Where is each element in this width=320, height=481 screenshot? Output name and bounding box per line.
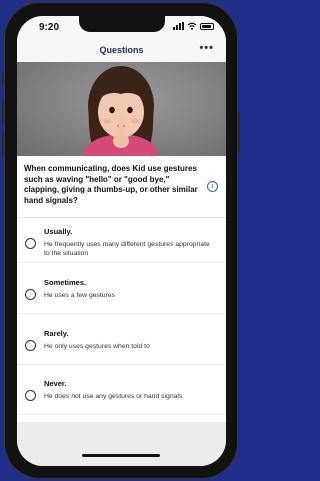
cellular-signal-icon <box>173 22 184 30</box>
info-icon[interactable]: i <box>207 181 218 192</box>
nav-bar: Questions ••• <box>17 38 226 62</box>
child-shushing-image <box>83 66 159 156</box>
option-never[interactable]: Never. He does not use any gestures or h… <box>17 370 226 415</box>
option-title: Never. <box>44 379 67 388</box>
option-description: He frequently uses many different gestur… <box>44 241 210 257</box>
volume-down-button <box>2 132 4 158</box>
status-time: 9:20 <box>39 22 60 33</box>
option-title: Rarely. <box>44 329 69 338</box>
option-sometimes[interactable]: Sometimes. He uses a few gestures <box>17 269 226 314</box>
option-rarely[interactable]: Rarely. He only uses gestures when told … <box>17 320 226 365</box>
silent-switch <box>2 72 4 86</box>
app-screen: 9:20 Questions ••• When communicating, d… <box>17 16 226 466</box>
volume-up-button <box>2 100 4 126</box>
option-usually[interactable]: Usually. He frequently uses many differe… <box>17 218 226 263</box>
radio-icon[interactable] <box>25 340 36 351</box>
wifi-icon <box>187 22 197 30</box>
option-title: Sometimes. <box>44 278 87 287</box>
option-description: He does not use any gestures or hand sig… <box>44 393 183 400</box>
home-indicator[interactable] <box>82 454 160 457</box>
page-title: Questions <box>99 45 144 55</box>
more-icon[interactable]: ••• <box>199 43 214 54</box>
radio-icon[interactable] <box>25 390 36 401</box>
notch <box>79 16 165 32</box>
bottom-area <box>17 422 226 466</box>
power-button <box>238 112 240 152</box>
battery-icon <box>200 22 214 30</box>
option-title: Usually. <box>44 227 73 236</box>
question-section: When communicating, does Kid use gesture… <box>17 156 226 218</box>
status-icons <box>173 22 214 30</box>
option-description: He uses a few gestures <box>44 292 116 299</box>
question-photo <box>17 62 226 156</box>
question-text: When communicating, does Kid use gesture… <box>24 164 198 205</box>
option-description: He only uses gestures when told to <box>44 343 150 350</box>
phone-frame: 9:20 Questions ••• When communicating, d… <box>2 2 240 479</box>
radio-icon[interactable] <box>25 289 36 300</box>
radio-icon[interactable] <box>25 238 36 249</box>
